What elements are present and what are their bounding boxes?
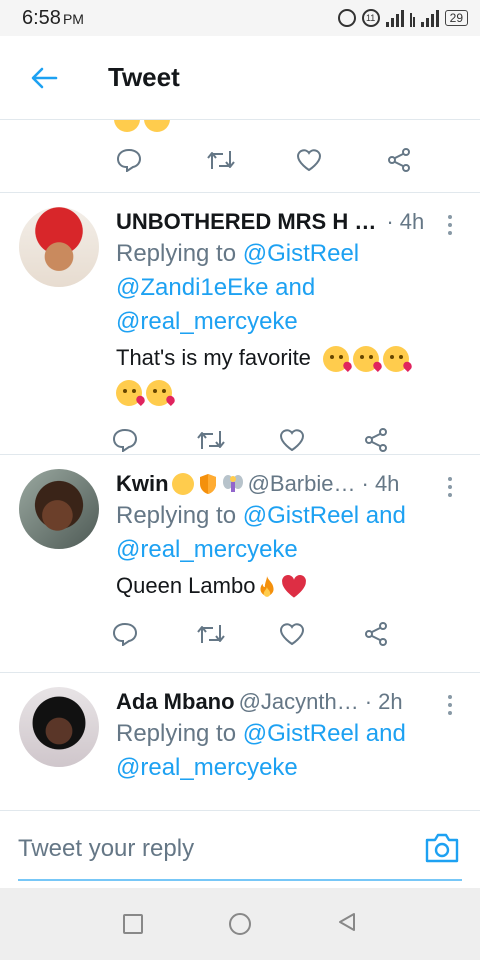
tweet-meta: Ada Mbano @Jacynth… · 2h: [116, 687, 446, 717]
red-heart-emoji-icon: [282, 575, 307, 598]
replying-to: Replying to @GistReel and @real_mercyeke: [116, 720, 406, 781]
tweet-text: That's is my favorite: [116, 341, 446, 409]
app-header: Tweet: [0, 36, 480, 120]
reply-icon: [112, 428, 138, 452]
share-icon: [388, 148, 410, 172]
mention-link[interactable]: @Zandi1eEke and: [116, 274, 315, 301]
signal-icon: [385, 9, 404, 27]
reply-tweet[interactable]: Kwin @Barbie… · 4h Replying to @GistReel…: [0, 455, 480, 673]
user-handle[interactable]: @Jacynth…: [239, 689, 359, 715]
retweet-button[interactable]: [196, 619, 280, 649]
kissing-heart-emoji-icon: [323, 346, 350, 373]
input-underline: [18, 879, 462, 881]
reply-composer: Tweet your reply: [0, 810, 480, 889]
more-options-button[interactable]: [448, 215, 454, 235]
display-name[interactable]: Kwin: [116, 471, 169, 497]
reply-tweet[interactable]: UNBOTHERED MRS H … · 4h Replying to @Gis…: [0, 193, 480, 455]
heart-icon: [279, 623, 305, 646]
more-options-button[interactable]: [448, 477, 454, 497]
tweet-content: UNBOTHERED MRS H … · 4h Replying to @Gis…: [112, 207, 447, 455]
status-icons: 11 29: [337, 9, 468, 27]
arrow-left-icon: [31, 67, 58, 88]
shield-emoji-icon: [199, 474, 216, 494]
reply-icon: [116, 148, 142, 172]
battery-icon: 29: [444, 10, 468, 26]
retweet-icon: [196, 625, 225, 643]
hand-over-mouth-emoji-icon: [171, 473, 194, 495]
mention-link[interactable]: @GistReel and: [243, 720, 406, 747]
tweet-actions: [0, 138, 476, 182]
replying-to: Replying to @GistReel and @real_mercyeke: [116, 502, 406, 563]
like-button[interactable]: [296, 145, 386, 175]
kissing-heart-emoji-icon: [116, 380, 142, 407]
mention-link[interactable]: @GistReel and: [243, 502, 406, 529]
alarm-icon: [337, 9, 356, 27]
retweet-icon: [196, 431, 225, 449]
user-handle[interactable]: @Barbie…: [248, 471, 356, 497]
like-button[interactable]: [279, 425, 363, 455]
recents-button[interactable]: [123, 914, 143, 934]
heart-icon: [296, 149, 322, 172]
retweet-button[interactable]: [196, 425, 280, 455]
fairy-emoji-icon: [222, 475, 243, 492]
back-nav-button[interactable]: [337, 912, 357, 937]
reply-tweet[interactable]: Ada Mbano @Jacynth… · 2h Replying to @Gi…: [0, 673, 480, 810]
timestamp: · 4h: [361, 471, 400, 496]
reply-icon: [112, 622, 138, 646]
status-bar: 6:58 PM 11 29: [0, 0, 480, 36]
reply-input[interactable]: Tweet your reply: [18, 835, 194, 863]
tweet-meta: Kwin @Barbie… · 4h: [116, 469, 446, 499]
kissing-heart-emoji-icon: [383, 346, 410, 373]
share-button[interactable]: [363, 619, 447, 649]
avatar[interactable]: [19, 207, 99, 287]
mention-link[interactable]: @GistReel: [243, 240, 359, 267]
system-nav-bar: [0, 888, 480, 960]
replies-feed[interactable]: UNBOTHERED MRS H … · 4h Replying to @Gis…: [0, 120, 480, 810]
timestamp: · 4h: [386, 209, 425, 234]
kissing-heart-emoji-icon: [146, 380, 172, 407]
page-title: Tweet: [108, 62, 180, 92]
partial-tweet: [0, 120, 480, 193]
emoji-row: [114, 120, 174, 132]
reply-button[interactable]: [112, 425, 196, 455]
mention-link[interactable]: @real_mercyeke: [116, 308, 298, 335]
share-icon: [364, 428, 387, 452]
emoji-icon: [144, 120, 170, 132]
mention-link[interactable]: @real_mercyeke: [116, 754, 298, 781]
tweet-text: Queen Lambo: [116, 569, 446, 603]
more-options-button[interactable]: [448, 695, 454, 715]
avatar[interactable]: [19, 469, 99, 549]
share-button[interactable]: [386, 145, 476, 175]
heart-icon: [279, 429, 305, 452]
back-button[interactable]: [24, 58, 64, 98]
data-arrows-icon: [409, 9, 415, 27]
retweet-icon: [207, 151, 235, 169]
reply-button[interactable]: [116, 145, 206, 175]
emoji-icon: [114, 120, 140, 132]
replying-to: Replying to @GistReel @Zandi1eEke and @r…: [116, 240, 360, 335]
avatar[interactable]: [19, 687, 99, 767]
share-icon: [364, 622, 387, 646]
signal-icon-2: [420, 9, 439, 27]
share-button[interactable]: [363, 425, 447, 455]
mention-link[interactable]: @real_mercyeke: [116, 536, 298, 563]
tweet-content: Ada Mbano @Jacynth… · 2h Replying to @Gi…: [116, 687, 446, 810]
tweet-content: Kwin @Barbie… · 4h Replying to @GistReel…: [112, 469, 446, 672]
camera-icon: [425, 833, 459, 863]
tweet-actions: [112, 609, 446, 659]
status-time: 6:58 PM: [22, 6, 84, 29]
display-name[interactable]: Ada Mbano: [116, 689, 235, 715]
like-button[interactable]: [279, 619, 363, 649]
timestamp: · 2h: [364, 689, 403, 714]
reply-button[interactable]: [112, 619, 196, 649]
home-button[interactable]: [229, 913, 251, 935]
triangle-back-icon: [339, 912, 355, 931]
tweet-meta: UNBOTHERED MRS H … · 4h: [116, 207, 446, 237]
sim-badge-icon: 11: [361, 9, 380, 27]
display-name[interactable]: UNBOTHERED MRS H …: [116, 209, 376, 235]
retweet-button[interactable]: [206, 145, 296, 175]
camera-button[interactable]: [424, 831, 460, 865]
kissing-heart-emoji-icon: [353, 346, 380, 373]
fire-emoji-icon: [260, 576, 274, 598]
